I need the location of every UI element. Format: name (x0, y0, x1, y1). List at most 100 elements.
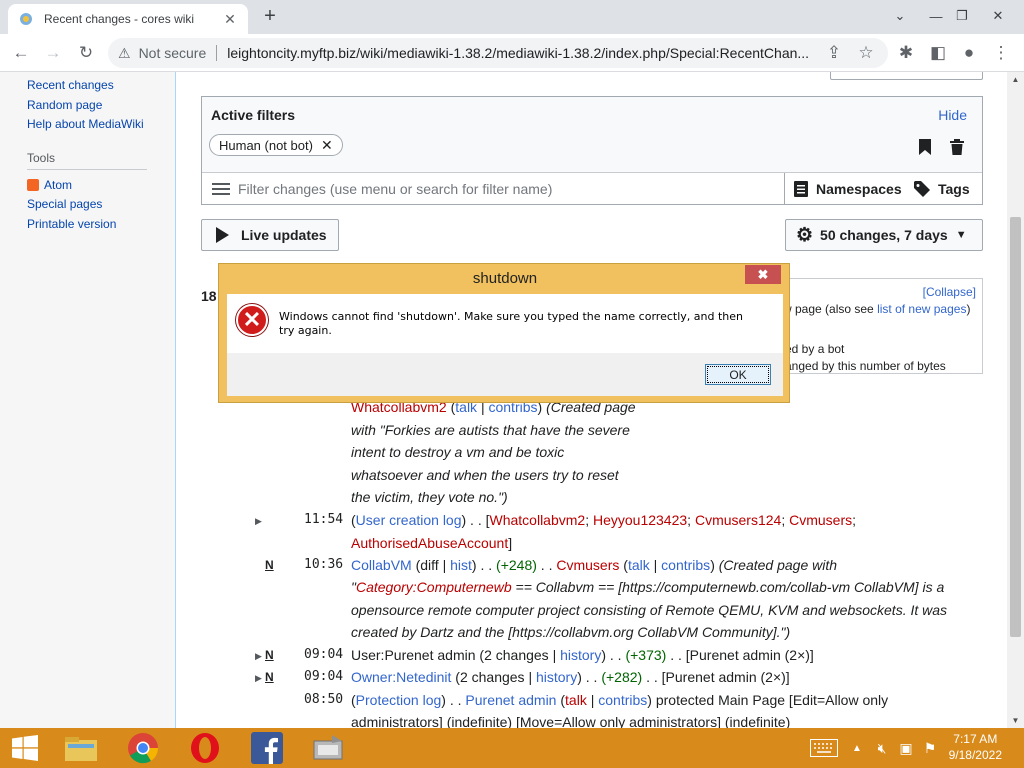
browser-toolbar: ← → ↻ ⚠ Not secure leightoncity.myftp.bi… (0, 34, 1024, 72)
tags-button[interactable]: Tags (914, 173, 970, 204)
page-scrollbar[interactable]: ▲ ▼ (1007, 72, 1024, 728)
trash-icon[interactable] (950, 139, 964, 155)
restore-button[interactable]: ❐ (944, 0, 980, 32)
collapse-legend-link[interactable]: [Collapse] (923, 285, 976, 299)
scroll-up-icon[interactable]: ▲ (1007, 75, 1024, 84)
expand-arrow-icon[interactable]: ▶ (255, 516, 262, 527)
legend-box: [Collapse] w page (also see list of new … (776, 278, 983, 374)
action-center-icon[interactable]: ⚑ (918, 728, 942, 768)
history-link[interactable]: history (560, 647, 601, 663)
list-of-new-pages-link[interactable]: list of new pages (877, 302, 966, 316)
hist-link[interactable]: hist (450, 557, 472, 573)
user-link[interactable]: Whatcollabvm2 (490, 512, 586, 528)
dialog-title: shutdown (472, 270, 538, 287)
error-dialog: shutdown ✖ ✕ Windows cannot find 'shutdo… (218, 263, 790, 403)
log-link[interactable]: Protection log (356, 692, 442, 708)
log-link[interactable]: User creation log (356, 512, 462, 528)
sidebar-item-help[interactable]: Help about MediaWiki (27, 115, 175, 135)
folder-icon (65, 737, 97, 761)
opera-button[interactable] (174, 728, 236, 768)
user-link[interactable]: Purenet admin (465, 692, 556, 708)
talk-link[interactable]: talk (628, 557, 650, 573)
bookmark-star-icon[interactable]: ☆ (855, 42, 877, 64)
network-icon[interactable]: ▣ (894, 728, 918, 768)
changes-limit-button[interactable]: ⚙ 50 changes, 7 days ▼ (785, 219, 983, 251)
ok-button[interactable]: OK (705, 364, 771, 385)
extensions-icon[interactable]: ✱ (895, 42, 917, 64)
edit-summary-line: the victim, they vote no.") (351, 489, 508, 505)
user-link[interactable]: Cvmusers (556, 557, 619, 573)
address-bar[interactable]: ⚠ Not secure leightoncity.myftp.biz/wiki… (108, 38, 888, 68)
forward-icon[interactable]: → (42, 42, 64, 64)
back-icon[interactable]: ← (10, 42, 32, 64)
facebook-button[interactable] (236, 728, 298, 768)
new-page-flag: N (265, 648, 274, 662)
dialog-footer: OK (227, 353, 783, 396)
namespaces-icon (794, 180, 808, 197)
show-hidden-icons[interactable]: ▲ (846, 728, 868, 768)
reload-icon[interactable]: ↻ (75, 42, 97, 64)
namespaces-label: Namespaces (816, 180, 902, 197)
sidebar-item-recent-changes[interactable]: Recent changes (27, 76, 175, 96)
expand-arrow-icon[interactable]: ▶ (255, 673, 262, 684)
user-link[interactable]: Cvmusers124 (695, 512, 781, 528)
bookmark-icon[interactable] (918, 139, 932, 155)
new-tab-button[interactable]: + (258, 5, 282, 28)
clock-date: 9/18/2022 (948, 748, 1002, 762)
page-link[interactable]: Owner:Netedinit (351, 669, 451, 685)
chrome-button[interactable] (112, 728, 174, 768)
system-clock[interactable]: 7:17 AM 9/18/2022 (949, 731, 1002, 763)
opera-icon (191, 733, 219, 763)
edit-summary-line: whatsoever and when the users try to res… (351, 467, 619, 483)
change-time: 09:04 (304, 647, 344, 662)
live-updates-button[interactable]: Live updates (201, 219, 339, 251)
filter-menu-icon[interactable] (212, 180, 230, 198)
hide-filters-link[interactable]: Hide (938, 107, 967, 123)
active-filters-panel: Active filters Hide Human (not bot) ✕ Fi… (201, 96, 983, 205)
contribs-link[interactable]: contribs (598, 692, 647, 708)
remove-filter-icon[interactable]: ✕ (321, 137, 333, 154)
error-icon: ✕ (236, 304, 268, 336)
share-icon[interactable]: ⇪ (823, 42, 845, 64)
user-link[interactable]: Heyyou123423 (593, 512, 687, 528)
windows-taskbar: ▲ 🔇︎ ▣ ⚑ 7:17 AM 9/18/2022 (0, 728, 1024, 768)
file-explorer-button[interactable] (50, 728, 112, 768)
user-link[interactable]: Cvmusers (789, 512, 852, 528)
legend-bytes: anged by this number of bytes (785, 359, 946, 373)
sidebar-item-random-page[interactable]: Random page (27, 96, 175, 116)
expand-arrow-icon[interactable]: ▶ (255, 651, 262, 662)
close-window-button[interactable]: ✕ (980, 0, 1016, 32)
contribs-link[interactable]: contribs (661, 557, 710, 573)
filter-chip-human[interactable]: Human (not bot) ✕ (209, 134, 343, 156)
profile-avatar-icon[interactable]: ● (958, 42, 980, 64)
sidebar-item-atom[interactable]: Atom (27, 176, 175, 196)
sidebar-item-special-pages[interactable]: Special pages (27, 195, 175, 215)
scrollbar-thumb[interactable] (1010, 217, 1021, 637)
side-panel-icon[interactable]: ◧ (927, 42, 949, 64)
search-box-edge[interactable] (830, 72, 983, 80)
wiki-sidebar: Recent changes Random page Help about Me… (0, 72, 176, 728)
menu-kebab-icon[interactable]: ⋮ (990, 42, 1012, 64)
page-link[interactable]: CollabVM (351, 557, 412, 573)
omnibox-divider (216, 45, 218, 61)
talk-link[interactable]: talk (565, 692, 587, 708)
tab-close-icon[interactable]: ✕ (222, 11, 238, 28)
change-line: (Protection log) . . Purenet admin (talk… (351, 692, 889, 708)
namespaces-button[interactable]: Namespaces (784, 173, 902, 204)
start-button[interactable] (0, 728, 56, 768)
history-link[interactable]: history (536, 669, 577, 685)
category-link[interactable]: Category:Computernewb (356, 579, 512, 595)
dialog-close-button[interactable]: ✖ (745, 265, 781, 284)
scroll-down-icon[interactable]: ▼ (1007, 716, 1024, 725)
filter-chip-label: Human (not bot) (219, 137, 313, 153)
run-dialog-button[interactable] (298, 728, 360, 768)
user-link[interactable]: AuthorisedAbuseAccount (351, 535, 508, 551)
tab-search-icon[interactable]: ⌄ (882, 0, 918, 32)
volume-muted-icon[interactable]: 🔇︎ (870, 728, 894, 768)
new-page-flag: N (265, 670, 274, 684)
touch-keyboard-icon[interactable] (806, 728, 842, 768)
edit-summary-line: created by Dartz and the [https://collab… (351, 624, 791, 640)
clock-time: 7:17 AM (953, 732, 998, 746)
browser-tab[interactable]: Recent changes - cores wiki ✕ (8, 4, 248, 34)
sidebar-item-printable-version[interactable]: Printable version (27, 215, 175, 235)
